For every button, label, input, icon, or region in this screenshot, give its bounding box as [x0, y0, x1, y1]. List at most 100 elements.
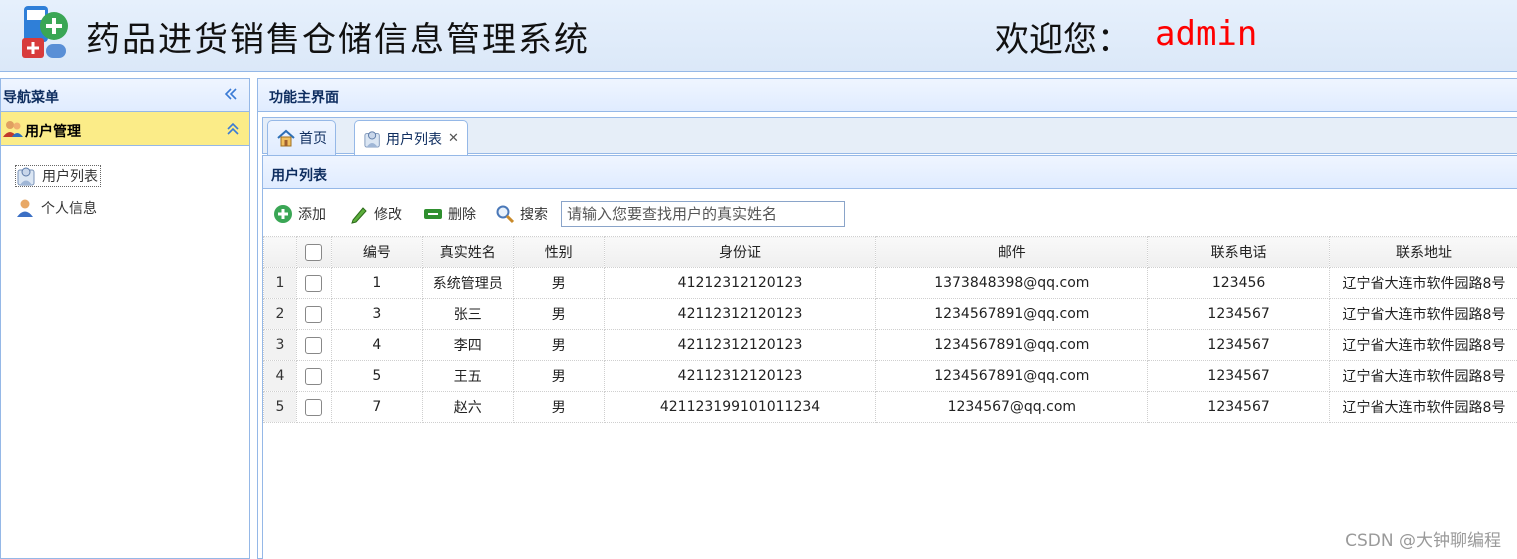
row-checkbox[interactable] [295, 267, 332, 299]
cell-name: 赵六 [421, 391, 514, 423]
search-button[interactable]: 搜索 [495, 203, 548, 225]
row-checkbox[interactable] [295, 298, 332, 330]
nav-panel-header: 导航菜单 [1, 79, 249, 112]
app-title: 药品进货销售仓储信息管理系统 [86, 20, 590, 60]
cell-phone: 1234567 [1147, 298, 1330, 330]
double-chevron-up-icon[interactable] [225, 121, 241, 137]
cell-name: 系统管理员 [421, 267, 514, 299]
person-icon [17, 199, 33, 217]
add-button-label: 添加 [298, 207, 326, 223]
main-panel: 功能主界面 首页 用户列表 ✕ 用户列表 添加 修改 删除 搜索 请输入您要查找… [257, 78, 1517, 559]
cell-idcard: 42112312120123 [603, 298, 877, 330]
cell-idcard: 421123199101011234 [603, 391, 877, 423]
delete-button[interactable]: 删除 [423, 203, 476, 225]
cell-id: 1 [330, 267, 423, 299]
cell-address: 辽宁省大连市软件园路8号 [1328, 391, 1517, 423]
cell-address: 辽宁省大连市软件园路8号 [1328, 267, 1517, 299]
cell-email: 1234567891@qq.com [875, 329, 1149, 361]
cell-name: 王五 [421, 360, 514, 392]
cell-name: 张三 [421, 298, 514, 330]
select-all-checkbox[interactable] [295, 236, 332, 268]
column-header-id[interactable]: 编号 [330, 236, 423, 268]
sidebar-item-label: 个人信息 [41, 201, 97, 217]
add-button[interactable]: 添加 [273, 203, 326, 225]
cell-id: 4 [330, 329, 423, 361]
row-checkbox[interactable] [295, 391, 332, 423]
user-list-icon [364, 130, 380, 148]
column-header-email[interactable]: 邮件 [875, 236, 1149, 268]
table-row[interactable]: 3 4 李四 男 42112312120123 1234567891@qq.co… [263, 329, 1517, 361]
current-username: admin [1155, 14, 1258, 54]
row-number: 1 [263, 267, 297, 299]
list-panel-header: 用户列表 [263, 156, 1517, 189]
cell-email: 1234567@qq.com [875, 391, 1149, 423]
double-chevron-left-icon[interactable] [223, 86, 239, 102]
user-list-panel: 用户列表 添加 修改 删除 搜索 请输入您要查找用户的真实姓名 编号 真实姓名 … [262, 155, 1517, 559]
column-header-phone[interactable]: 联系电话 [1147, 236, 1330, 268]
home-icon [277, 129, 295, 147]
table-header-row: 编号 真实姓名 性别 身份证 邮件 联系电话 联系地址 [263, 236, 1517, 268]
row-number: 5 [263, 391, 297, 423]
delete-icon [424, 209, 442, 219]
nav-title: 导航菜单 [3, 90, 59, 106]
pencil-icon [351, 207, 367, 224]
cell-gender: 男 [512, 329, 605, 361]
close-icon[interactable]: ✕ [448, 131, 459, 146]
cell-id: 7 [330, 391, 423, 423]
row-checkbox[interactable] [295, 360, 332, 392]
column-header-address[interactable]: 联系地址 [1328, 236, 1517, 268]
medicine-logo-icon [22, 6, 68, 58]
cell-phone: 1234567 [1147, 391, 1330, 423]
table-row[interactable]: 4 5 王五 男 42112312120123 1234567891@qq.co… [263, 360, 1517, 392]
nav-group-title: 用户管理 [25, 124, 81, 140]
sidebar-item-personal-info[interactable]: 个人信息 [15, 197, 97, 219]
cell-idcard: 42112312120123 [603, 360, 877, 392]
cell-address: 辽宁省大连市软件园路8号 [1328, 360, 1517, 392]
cell-phone: 1234567 [1147, 360, 1330, 392]
cell-email: 1234567891@qq.com [875, 360, 1149, 392]
row-checkbox[interactable] [295, 329, 332, 361]
tab-label: 首页 [299, 131, 327, 147]
row-number: 3 [263, 329, 297, 361]
sidebar-item-user-list[interactable]: 用户列表 [15, 165, 101, 187]
row-number-header [263, 236, 297, 268]
column-header-name[interactable]: 真实姓名 [421, 236, 514, 268]
search-button-label: 搜索 [520, 207, 548, 223]
users-icon [3, 121, 23, 137]
column-header-gender[interactable]: 性别 [512, 236, 605, 268]
search-input[interactable] [561, 201, 845, 227]
nav-group-user-management[interactable]: 用户管理 [1, 112, 249, 146]
cell-idcard: 42112312120123 [603, 329, 877, 361]
cell-idcard: 41212312120123 [603, 267, 877, 299]
edit-button[interactable]: 修改 [349, 203, 402, 225]
cell-name: 李四 [421, 329, 514, 361]
welcome-label: 欢迎您： [995, 20, 1131, 60]
edit-button-label: 修改 [374, 207, 402, 223]
cell-id: 5 [330, 360, 423, 392]
tab-user-list[interactable]: 用户列表 ✕ [354, 120, 468, 156]
table-row[interactable]: 1 1 系统管理员 男 41212312120123 1373848398@qq… [263, 267, 1517, 299]
user-list-icon [17, 167, 35, 186]
app-header: 药品进货销售仓储信息管理系统 欢迎您： admin [0, 0, 1517, 72]
toolbar: 添加 修改 删除 搜索 [263, 190, 1517, 236]
search-icon [496, 205, 515, 224]
tab-home[interactable]: 首页 [267, 120, 336, 155]
row-number: 4 [263, 360, 297, 392]
row-number: 2 [263, 298, 297, 330]
table-row[interactable]: 5 7 赵六 男 421123199101011234 1234567@qq.c… [263, 391, 1517, 423]
cell-address: 辽宁省大连市软件园路8号 [1328, 329, 1517, 361]
delete-button-label: 删除 [448, 207, 476, 223]
cell-gender: 男 [512, 298, 605, 330]
column-header-idcard[interactable]: 身份证 [603, 236, 877, 268]
cell-gender: 男 [512, 391, 605, 423]
cell-phone: 1234567 [1147, 329, 1330, 361]
cell-phone: 123456 [1147, 267, 1330, 299]
tab-label: 用户列表 [386, 131, 442, 148]
table-row[interactable]: 2 3 张三 男 42112312120123 1234567891@qq.co… [263, 298, 1517, 330]
main-title: 功能主界面 [269, 90, 339, 106]
sidebar-item-label: 用户列表 [42, 169, 98, 185]
list-title: 用户列表 [271, 168, 327, 184]
watermark: CSDN @大钟聊编程 [1345, 531, 1501, 551]
cell-gender: 男 [512, 360, 605, 392]
tab-bar: 首页 用户列表 ✕ [262, 117, 1517, 156]
